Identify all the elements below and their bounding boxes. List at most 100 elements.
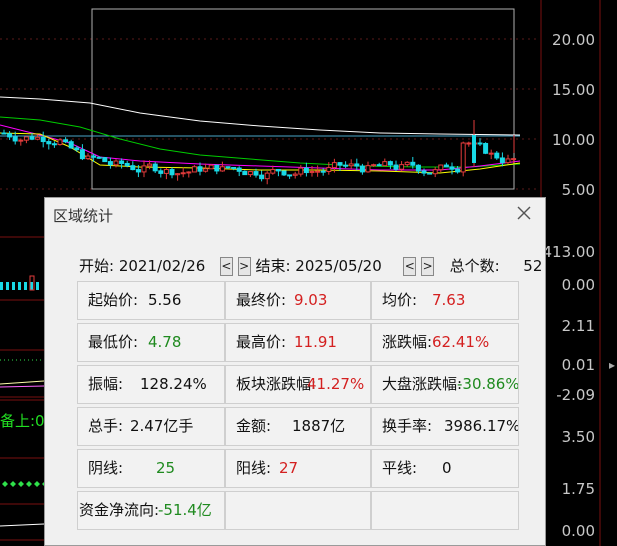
candle-body [415,164,421,172]
stat-label: 最高价: [236,333,287,351]
stat-value: 4.78 [148,333,182,351]
start-next-button[interactable]: > [237,257,251,276]
stat-value: -30.86% [457,375,519,393]
candle-body [29,136,35,140]
candle-body [253,171,259,176]
stat-value: 62.41% [432,333,490,351]
candle-body [231,166,237,169]
stat-label: 换手率: [382,417,433,435]
candle-body [359,165,365,173]
candle-body [376,164,382,167]
stat-value: 128.24% [140,375,207,393]
total-count-value: 52 [523,257,543,275]
price-axis-label: 15.00 [552,81,595,99]
volume-bar [12,282,15,290]
candle-body [242,170,248,176]
candle-body [421,170,427,174]
candle-body [7,133,13,138]
candle-body [107,161,113,166]
stat-value: 3986.17% [444,417,519,435]
candle-body [12,136,18,142]
stat-cell: 涨跌幅: 62.41% [371,323,519,362]
indicator-axis-label: 413.00 [542,243,596,261]
stat-cell: 总手: 2.47亿手 [77,407,225,446]
candle-body [477,142,483,145]
end-label: 结束: [255,257,291,275]
candle-body [119,160,125,164]
indicator-marker [2,481,8,487]
candle-body [287,174,293,177]
candle-body [96,156,102,159]
candle-body [275,169,281,172]
indicator-marker [10,481,16,487]
stat-cell: 最终价: 9.03 [225,281,371,320]
candle-body [135,169,141,173]
candle-body [270,169,276,174]
indicator-line [0,385,45,388]
stat-cell: 均价: 7.63 [371,281,519,320]
indicator-axis-label: 3.50 [561,428,595,446]
stat-label: 平线: [382,459,418,477]
stat-cell: 金额: 1887亿 [225,407,371,446]
volume-bar [36,282,39,290]
candle-body [264,172,270,180]
stat-label: 最低价: [88,333,139,351]
stat-value: 0 [442,459,452,477]
stat-cell: 资金净流向: -51.4亿 [77,491,225,530]
indicator-axis-label: -2.09 [556,386,595,404]
start-prev-button[interactable]: < [219,257,233,276]
stat-cell [371,491,519,530]
candle-body [331,162,337,169]
candle-body [247,171,253,176]
candle-body [320,170,326,173]
stat-label: 板块涨跌幅: [236,375,317,393]
end-date: 2025/05/20 [295,257,382,275]
candle-body [449,166,455,170]
stat-cell: 换手率: 3986.17% [371,407,519,446]
stat-cell: 大盘涨跌幅: -30.86% [371,365,519,404]
candle-body [427,172,433,175]
candle-body [387,161,393,166]
candle-body [343,164,349,167]
stat-label: 振幅: [88,375,124,393]
end-prev-button[interactable]: < [403,257,417,276]
close-icon[interactable] [515,204,533,222]
candle-body [130,165,136,171]
candle-body [158,170,164,174]
stat-value: 7.63 [432,291,466,309]
candle-body [410,161,416,166]
candle-body [35,136,41,140]
candle-body [169,168,175,176]
candle-body [315,170,321,173]
region-stats-dialog: 区域统计 开始: 2021/02/26 < > 结束: 2025/05/20 <… [44,197,546,546]
candle-body [91,155,97,158]
start-label: 开始: [79,257,115,275]
candle-body [1,132,7,135]
candle-body [63,139,69,143]
volume-bar [0,282,3,290]
stat-cell: 阳线: 27 [225,449,371,488]
ma-line [0,96,521,136]
indicator-axis-label: 1.75 [561,480,595,498]
stat-value: 9.03 [294,291,328,309]
stat-value: 11.91 [294,333,337,351]
candle-body [208,164,214,170]
indicator-marker [18,481,24,487]
candle-body [472,135,476,163]
stat-label: 阳线: [236,459,272,477]
end-next-button[interactable]: > [421,257,435,276]
stat-cell: 起始价: 5.56 [77,281,225,320]
candle-body [186,171,192,174]
candle-body [18,139,24,142]
stat-label: 总手: [88,417,124,435]
candle-body [191,166,197,173]
candle-body [488,152,494,155]
stat-label: 起始价: [88,291,139,309]
stat-cell: 板块涨跌幅: 41.27% [225,365,371,404]
candle-body [382,161,388,167]
candle-body [326,167,332,172]
scroll-right-icon[interactable]: ▸ [609,358,615,372]
candle-body [399,164,405,170]
stat-label: 金额: [236,417,272,435]
indicator-axis-label: 0.00 [561,276,595,294]
